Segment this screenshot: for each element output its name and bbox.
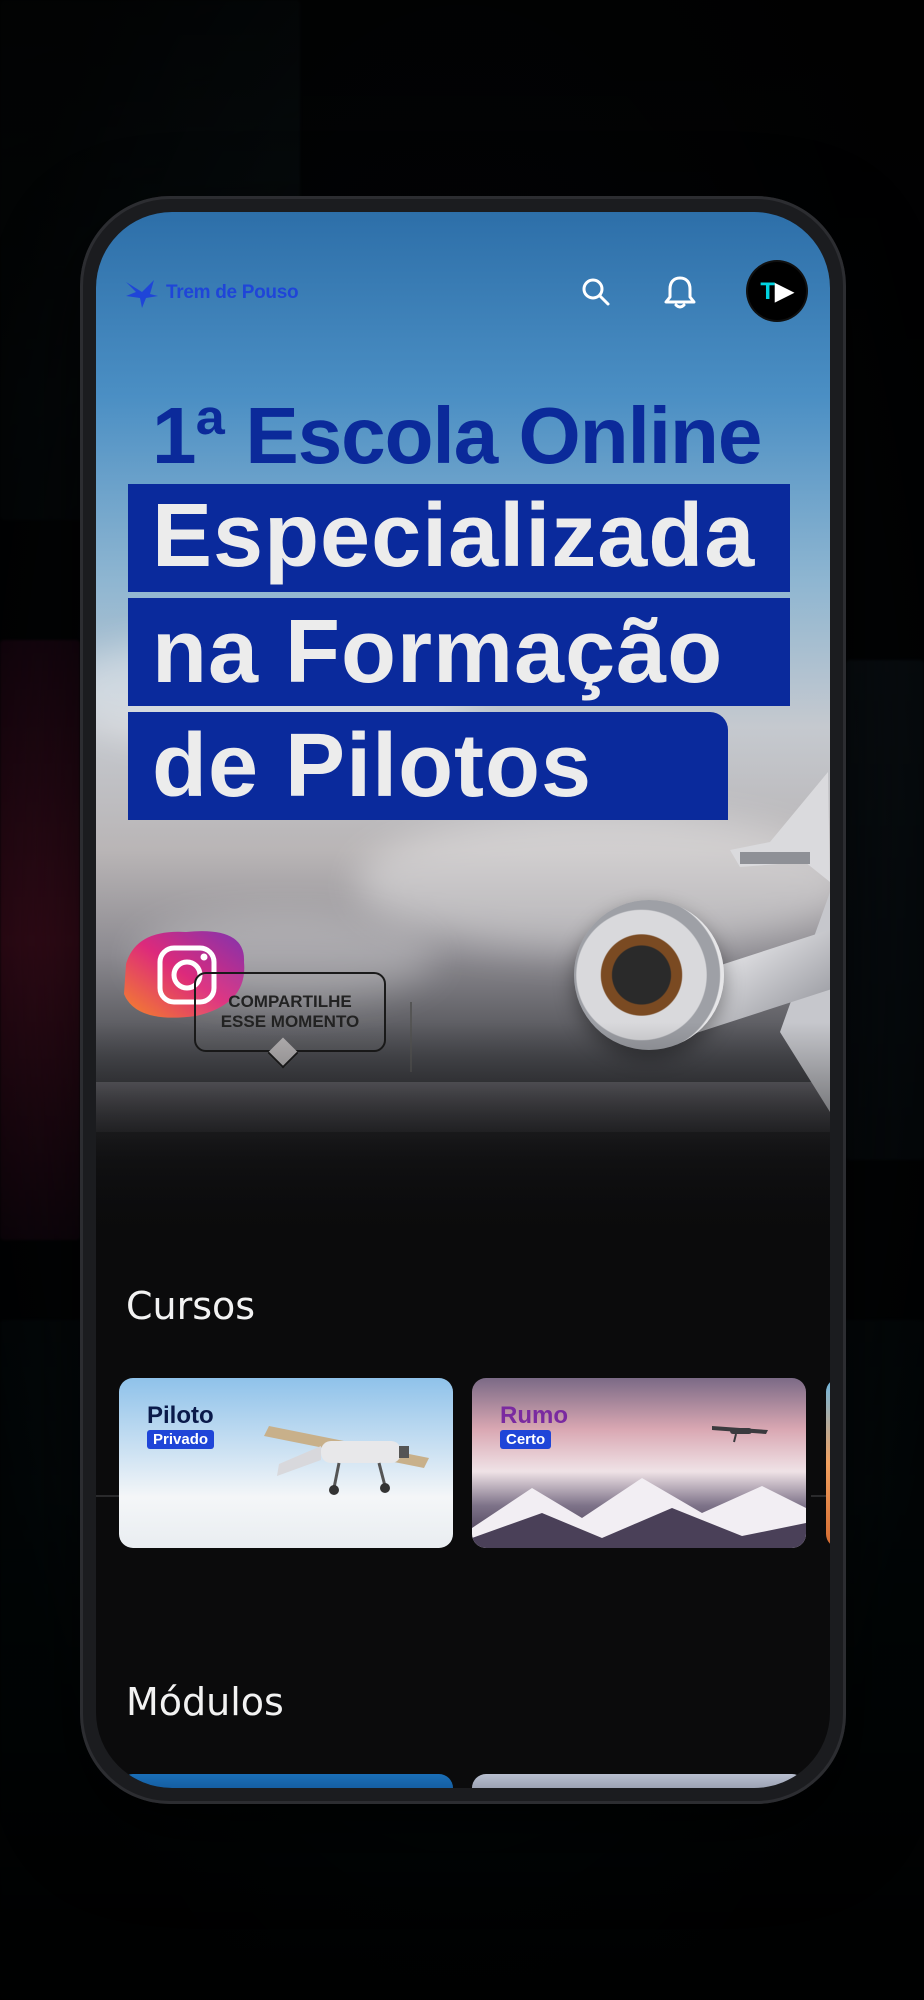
course-card-rumo-certo[interactable]: Rumo Certo [472, 1378, 806, 1548]
search-icon[interactable] [576, 272, 616, 312]
airplane-icon [264, 1426, 429, 1495]
mountains-illustration [472, 1478, 806, 1548]
hero-headline-line3: na Formação [152, 602, 724, 702]
carousel-track-left [96, 1495, 120, 1497]
share-line1: COMPARTILHE [228, 992, 352, 1011]
hero-banner[interactable]: Trem de Pouso TTD▶ [96, 212, 830, 1242]
bell-icon[interactable] [660, 272, 700, 312]
logo-icon [124, 278, 160, 308]
course-title: Rumo [500, 1402, 568, 1429]
hero-headline-line2: Especializada [152, 486, 756, 586]
course-tag: Privado [147, 1430, 215, 1449]
hero-headline-line1: 1ª Escola Online [152, 391, 762, 480]
course-tag: Certo [500, 1430, 552, 1449]
logo-text: Trem de Pouso [166, 282, 299, 303]
app-logo[interactable]: Trem de Pouso [124, 278, 299, 308]
app-screen: Trem de Pouso TTD▶ [96, 212, 830, 1788]
top-bar: Trem de Pouso TTD▶ [96, 262, 830, 322]
course-title: Piloto [147, 1402, 214, 1429]
airplane-icon [712, 1426, 768, 1443]
course-card-partial[interactable] [826, 1378, 830, 1548]
module-card[interactable] [472, 1774, 806, 1788]
course-logo: Rumo Certo [500, 1404, 568, 1449]
modules-section-title: Módulos [126, 1680, 284, 1724]
module-card[interactable] [119, 1774, 453, 1788]
hero-headline-line4: de Pilotos [152, 716, 593, 816]
user-avatar[interactable]: TTD▶ [748, 262, 806, 320]
course-card-piloto-privado[interactable]: Piloto Privado [119, 1378, 453, 1548]
courses-section-title: Cursos [126, 1284, 256, 1328]
avatar-initials: TTD▶ [760, 277, 794, 305]
phone-frame: Trem de Pouso TTD▶ [80, 196, 846, 1804]
course-logo: Piloto Privado [147, 1402, 215, 1449]
